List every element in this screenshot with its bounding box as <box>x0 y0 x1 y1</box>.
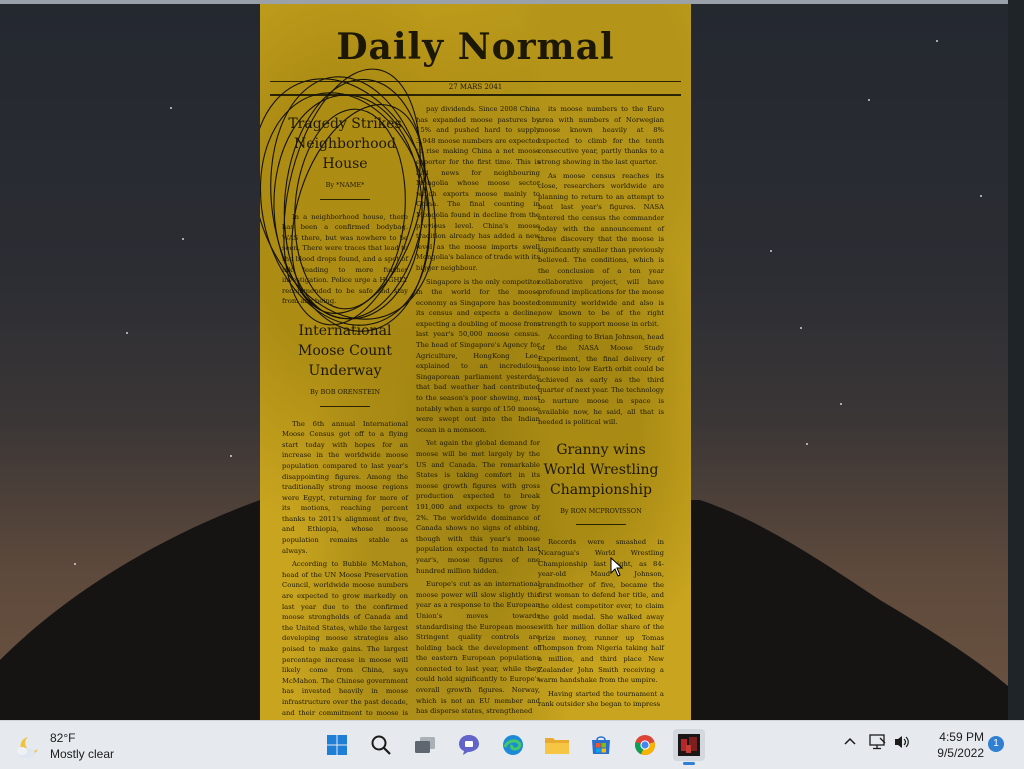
paragraph: Yet again the global demand for moose wi… <box>416 439 540 575</box>
weather-widget[interactable]: 82°F Mostly clear <box>16 729 156 763</box>
column-1: Tragedy Strikes Neighborhood House By *N… <box>282 104 408 720</box>
game-app-button[interactable] <box>673 729 705 765</box>
windows-logo-icon <box>327 735 347 755</box>
article-headline: International Moose Count Underway <box>298 322 392 379</box>
paragraph: Records were smashed in Nicaragua's Worl… <box>538 538 664 685</box>
article-byline: By BOB ORENSTEIN <box>309 387 381 396</box>
masthead: Daily Normal <box>336 26 615 68</box>
paragraph: Having started the tournament a rank out… <box>538 689 664 709</box>
divider <box>576 524 626 526</box>
paragraph: its moose numbers to the Euro area with … <box>538 105 664 166</box>
active-app-indicator <box>683 762 695 765</box>
chevron-up-icon[interactable] <box>843 735 857 749</box>
network-icon[interactable] <box>869 734 887 750</box>
clock-time: 4:59 PM <box>939 730 984 744</box>
paragraph: Singapore is the only competitor in the … <box>416 277 540 434</box>
game-app-icon <box>678 734 700 756</box>
moon-cloud-icon <box>17 737 38 758</box>
start-button[interactable] <box>321 729 353 761</box>
article-body: Records were smashed in Nicaragua's Worl… <box>538 537 664 710</box>
article-body: In a neighborhood house, there has been … <box>282 212 408 307</box>
divider <box>320 405 370 407</box>
task-view-icon <box>415 737 435 753</box>
column-3: its moose numbers to the Euro area with … <box>538 104 664 713</box>
background-window-edge <box>1008 0 1024 720</box>
volume-icon[interactable] <box>893 734 911 750</box>
article-byline: By *NAME* <box>325 181 365 189</box>
article-body: pay dividends. Since 2008 China has expa… <box>416 104 540 717</box>
masthead-rule <box>270 94 681 96</box>
taskbar: 82°F Mostly clear 4:59 PM 9/5/2022 <box>0 720 1024 769</box>
newspaper-window[interactable]: Daily Normal 27 MARS 2041 Tragedy Strike… <box>260 4 691 720</box>
paragraph: According to Brian Johnson, head of the … <box>538 333 664 427</box>
weather-temperature: 82°F <box>50 731 76 745</box>
chrome-button[interactable] <box>629 729 661 761</box>
article-body: The 6th annual International Moose Censu… <box>282 419 408 720</box>
paragraph: Europe's cut as an international moose p… <box>416 580 540 716</box>
paragraph: As moose census reaches its close, resea… <box>538 171 664 328</box>
edge-button[interactable] <box>497 729 529 761</box>
paragraph: The 6th annual International Moose Censu… <box>282 419 408 555</box>
edge-icon <box>503 735 523 755</box>
notification-badge[interactable]: 1 <box>988 736 1004 752</box>
chrome-icon <box>635 735 655 756</box>
store-icon <box>592 736 610 754</box>
article-headline: Granny wins World Wrestling Championship <box>543 441 659 498</box>
chat-button[interactable] <box>453 729 485 761</box>
column-2: pay dividends. Since 2008 China has expa… <box>416 104 540 720</box>
article-byline: By RON MCPROVISSON <box>560 506 642 515</box>
paragraph: According to Bubble McMahon, head of the… <box>282 560 408 720</box>
teams-chat-icon <box>459 735 479 755</box>
weather-condition: Mostly clear <box>50 747 115 761</box>
masthead-rule <box>270 81 681 82</box>
divider <box>320 198 370 200</box>
task-view-button[interactable] <box>409 729 441 761</box>
folder-icon <box>545 738 569 754</box>
file-explorer-button[interactable] <box>541 729 573 761</box>
mouse-cursor-icon <box>610 557 624 577</box>
search-button[interactable] <box>365 729 397 761</box>
system-clock[interactable]: 4:59 PM 9/5/2022 <box>920 729 984 761</box>
search-icon <box>371 735 391 755</box>
article-body: its moose numbers to the Euro area with … <box>538 104 664 428</box>
paragraph: pay dividends. Since 2008 China has expa… <box>416 105 540 272</box>
dateline: 27 MARS 2041 <box>448 83 503 91</box>
store-button[interactable] <box>585 729 617 761</box>
article-headline: Tragedy Strikes Neighborhood House <box>288 116 402 172</box>
paragraph: In a neighborhood house, there has been … <box>282 212 408 306</box>
clock-date: 9/5/2022 <box>937 746 984 760</box>
